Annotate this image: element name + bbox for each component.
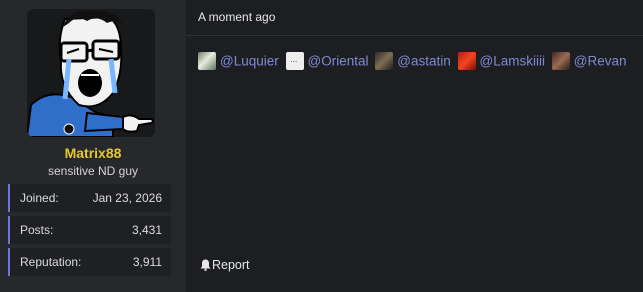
forum-post: Matrix88 sensitive ND guy Joined: Jan 23… — [0, 0, 643, 292]
stat-row-posts: Posts: 3,431 — [8, 216, 171, 244]
stat-label-joined: Joined: — [20, 191, 59, 205]
mention-oriental[interactable]: @Oriental — [285, 52, 369, 70]
message-panel: A moment ago @Luquier @Oriental @astatin… — [186, 0, 643, 292]
mention-luquier[interactable]: @Luquier — [198, 52, 279, 70]
stat-value-posts: 3,431 — [131, 223, 162, 237]
mention-name: @astatin — [397, 53, 451, 69]
stat-value-joined: Jan 23, 2026 — [92, 191, 162, 205]
mention-avatar — [285, 52, 304, 70]
mention-revan[interactable]: @Revan — [551, 52, 627, 70]
mention-lamskiiii[interactable]: @Lamskiiii — [457, 52, 545, 70]
mention-avatar — [198, 52, 216, 70]
mention-avatar — [457, 52, 476, 70]
user-title: sensitive ND guy — [47, 164, 139, 178]
mention-astatin[interactable]: @astatin — [375, 52, 451, 70]
report-label: Report — [212, 258, 250, 272]
mention-avatar — [551, 52, 570, 70]
post-header: A moment ago — [186, 0, 643, 36]
username-link[interactable]: Matrix88 — [0, 145, 186, 161]
post-date-link[interactable]: A moment ago — [198, 10, 275, 24]
bell-icon — [200, 259, 211, 271]
mention-name: @Luquier — [220, 53, 279, 69]
mention-avatar — [375, 52, 394, 70]
stat-row-joined: Joined: Jan 23, 2026 — [8, 184, 171, 212]
crying-wojak-pointing-avatar-icon — [27, 9, 155, 137]
user-avatar[interactable] — [27, 9, 155, 137]
stat-value-reputation: 3,911 — [132, 255, 162, 269]
report-button[interactable]: Report — [200, 258, 250, 272]
stat-label-reputation: Reputation: — [20, 255, 82, 269]
mention-name: @Lamskiiii — [479, 53, 545, 69]
mention-name: @Oriental — [307, 53, 369, 69]
mention-name: @Revan — [573, 53, 627, 69]
user-info-panel: Matrix88 sensitive ND guy Joined: Jan 23… — [0, 0, 186, 292]
stat-label-posts: Posts: — [20, 223, 54, 237]
mention-list: @Luquier @Oriental @astatin @Lamskiiii @… — [198, 52, 643, 76]
stat-row-reputation: Reputation: 3,911 — [8, 248, 171, 276]
